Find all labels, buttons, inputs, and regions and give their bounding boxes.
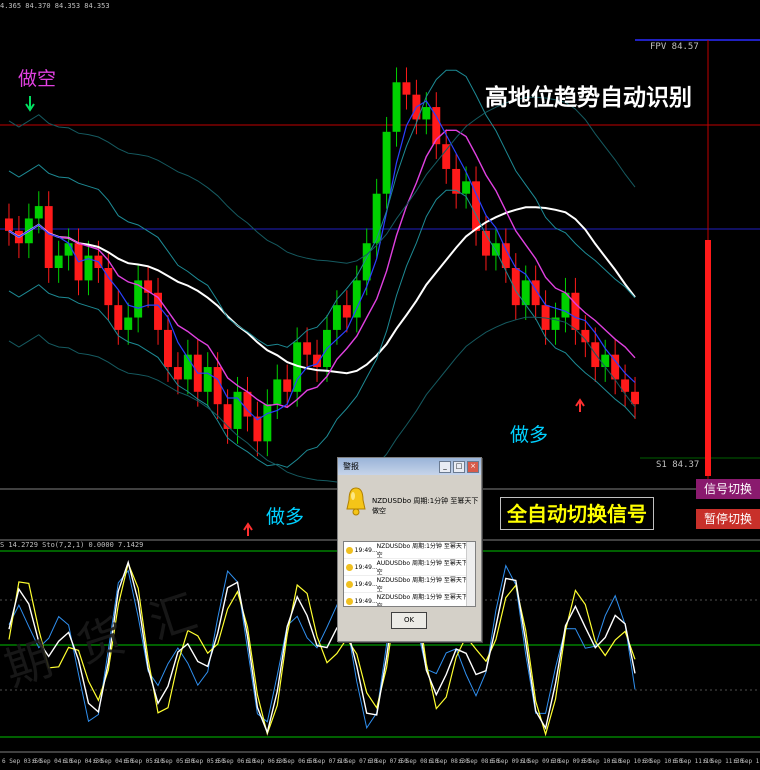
- candle-body: [263, 404, 272, 442]
- candle-body: [442, 144, 451, 169]
- signal-switch-button[interactable]: 信号切换: [696, 479, 760, 499]
- time-axis: 6 Sep 03:50 6 Sep 04:10 6 Sep 04:30 6 Sep 0…: [0, 756, 760, 770]
- tall-bear-bar: [705, 240, 711, 476]
- alert-list-item[interactable]: 19:49... AUDUSDbo 周期:1分钟 至幂天下做空: [344, 559, 475, 576]
- candle-body: [44, 206, 53, 268]
- bell-icon: [346, 597, 353, 605]
- s1-level-label: S1 84.37: [656, 460, 700, 470]
- bell-icon: [346, 580, 353, 588]
- candle-body: [233, 391, 242, 429]
- candle-body: [34, 206, 43, 219]
- candle-body: [631, 391, 639, 405]
- up-arrow-icon: [575, 398, 585, 412]
- alert-dialog: 警报 _ □ × NZDUSDbo 周期:1分钟 至幂天下做空 19:49...…: [337, 457, 482, 642]
- time-tick-label: 6 Sep 11:50: [734, 758, 760, 765]
- long-signal-label: 做多: [266, 506, 305, 528]
- candle-body: [462, 181, 471, 194]
- candle-body: [173, 367, 182, 380]
- dialog-titlebar[interactable]: 警报 _ □ ×: [338, 458, 481, 475]
- candle-body: [372, 193, 381, 244]
- maximize-icon[interactable]: □: [453, 460, 465, 473]
- candle-body: [303, 342, 312, 355]
- alert-text: NZDUSDbo 周期:1分钟 至幂天下做空: [376, 543, 474, 559]
- minimize-icon[interactable]: _: [439, 460, 451, 473]
- list-scrollbar[interactable]: [466, 542, 475, 606]
- candle-body: [223, 404, 232, 429]
- long-signal-label: 做多: [510, 424, 549, 446]
- short-signal-label: 做空: [18, 68, 57, 90]
- candle-body: [511, 268, 520, 306]
- alert-time: 19:49...: [354, 597, 378, 605]
- candle-body: [402, 82, 411, 95]
- candle-body: [422, 107, 431, 120]
- alert-list-item[interactable]: 19:49... NZDUSDbo 周期:1分钟 至幂天下做空: [344, 593, 475, 607]
- alert-time: 19:49...: [354, 580, 378, 588]
- indicator-label: S 14.2729 Sto(7,2,1) 0.0000 7.1429: [0, 541, 144, 549]
- alert-text: AUDUSDbo 周期:1分钟 至幂天下做空: [376, 560, 474, 576]
- slow-ma-line: [8, 206, 636, 375]
- candle-body: [382, 131, 391, 194]
- outer-upper-band-line: [8, 96, 636, 264]
- close-icon[interactable]: ×: [467, 460, 479, 473]
- up-arrow-icon: [243, 522, 253, 536]
- candle-body: [54, 255, 63, 268]
- candle-body: [5, 218, 13, 231]
- chart-title: 高地位趋势自动识别: [485, 85, 692, 111]
- candle-body: [531, 280, 540, 306]
- alert-text: NZDUSDbo 周期:1分钟 至幂天下做空: [376, 577, 474, 593]
- bell-icon: [346, 487, 366, 516]
- alert-time: 19:49...: [354, 563, 378, 571]
- alert-time: 19:49...: [354, 546, 378, 554]
- candle-body: [332, 305, 341, 330]
- pause-switch-button[interactable]: 暂停切换: [696, 509, 760, 529]
- candle-body: [283, 379, 292, 392]
- candle-body: [164, 329, 172, 368]
- candle-body: [342, 305, 351, 318]
- bell-icon: [346, 563, 353, 571]
- candle-body: [203, 367, 212, 392]
- candle-body: [352, 280, 361, 318]
- bell-icon: [346, 546, 353, 554]
- candle-body: [114, 305, 123, 330]
- alert-message: NZDUSDbo 周期:1分钟 至幂天下做空: [372, 497, 479, 515]
- alert-list-item[interactable]: 19:49... NZDUSDbo 周期:1分钟 至幂天下做空: [344, 576, 475, 593]
- dialog-title: 警报: [343, 462, 359, 471]
- trading-chart-window: 4.365 84.370 84.353 84.353 高地位趋势自动识别 做空 …: [0, 0, 760, 770]
- auto-switch-banner: 全自动切换信号: [500, 497, 654, 530]
- alert-text: NZDUSDbo 周期:1分钟 至幂天下做空: [376, 594, 474, 607]
- candle-body: [273, 379, 282, 405]
- alert-history-list[interactable]: 19:49... NZDUSDbo 周期:1分钟 至幂天下做空 19:49... AU…: [343, 541, 476, 607]
- candle-body: [392, 82, 401, 132]
- candle-body: [124, 317, 133, 330]
- candle-body: [601, 354, 610, 368]
- alert-list-item[interactable]: 19:49... NZDUSDbo 周期:1分钟 至幂天下做空: [344, 542, 475, 559]
- outer-lower-band-line: [8, 316, 636, 484]
- fpv-level-label: FPV 84.57: [650, 42, 699, 52]
- ok-button[interactable]: OK: [391, 612, 427, 629]
- candle-body: [571, 292, 580, 330]
- candle-body: [491, 243, 500, 256]
- ohlc-header: 4.365 84.370 84.353 84.353: [0, 2, 110, 10]
- down-arrow-icon: [25, 96, 35, 112]
